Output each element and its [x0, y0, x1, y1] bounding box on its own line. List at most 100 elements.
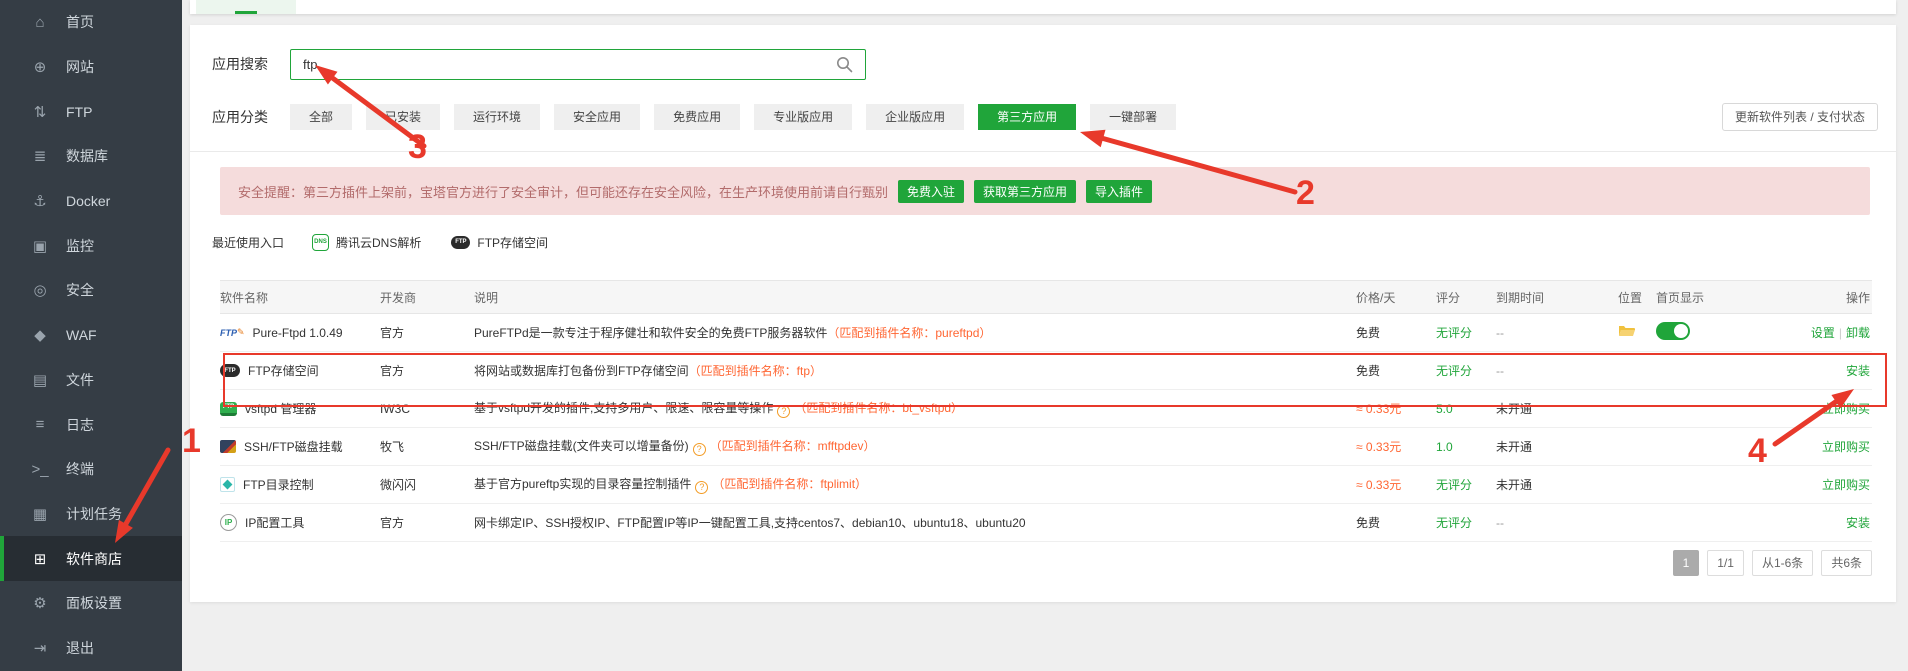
developer-cell: 微闪闪 — [380, 476, 474, 493]
active-tab-underline — [235, 11, 257, 14]
search-icon[interactable] — [836, 56, 853, 73]
sidebar-item-label: 监控 — [66, 236, 94, 256]
sidebar-item-website[interactable]: ⊕网站 — [0, 45, 182, 90]
search-input[interactable] — [290, 49, 866, 80]
home-display-cell — [1656, 322, 1776, 343]
sidebar-item-label: 计划任务 — [66, 504, 122, 524]
action-cell: 立即购买 — [1776, 476, 1872, 493]
sidebar-item-label: 首页 — [66, 12, 94, 32]
category-all[interactable]: 全部 — [290, 104, 352, 130]
matched-plugin-text: （匹配到插件名称：pureftpd） — [827, 326, 991, 340]
category-pro-apps[interactable]: 专业版应用 — [754, 104, 852, 130]
sidebar-item-cron[interactable]: ▦ 计划任务 — [0, 492, 182, 537]
update-software-list-button[interactable]: 更新软件列表 / 支付状态 — [1722, 103, 1878, 131]
sidebar-item-terminal[interactable]: >_ 终端 — [0, 447, 182, 492]
category-third-party-apps[interactable]: 第三方应用 — [978, 104, 1076, 130]
calendar-icon: ▦ — [30, 505, 50, 523]
sidebar-item-logs[interactable]: ≡日志 — [0, 402, 182, 447]
expire-cell: -- — [1496, 516, 1618, 530]
app-name: FTP目录控制 — [243, 476, 314, 493]
sidebar-item-waf[interactable]: ◆WAF — [0, 313, 182, 358]
app-name-cell: FTP FTP存储空间 — [220, 362, 380, 379]
import-plugin-button[interactable]: 导入插件 — [1086, 180, 1152, 203]
buy-now-link[interactable]: 立即购买 — [1822, 478, 1870, 492]
category-one-click-deploy[interactable]: 一键部署 — [1090, 104, 1176, 130]
sidebar-item-label: 数据库 — [66, 146, 108, 166]
section-divider — [190, 151, 1896, 152]
recent-item-ftp-storage[interactable]: FTP FTP存储空间 — [451, 234, 548, 251]
score-cell[interactable]: 无评分 — [1436, 324, 1496, 341]
expire-cell: -- — [1496, 364, 1618, 378]
dir-control-app-icon — [220, 477, 235, 492]
page-indicator[interactable]: 1/1 — [1707, 550, 1744, 576]
table-header-row: 软件名称 开发商 说明 价格/天 评分 到期时间 位置 首页显示 操作 — [220, 280, 1872, 314]
buy-now-link[interactable]: 立即购买 — [1822, 402, 1870, 416]
score-cell[interactable]: 无评分 — [1436, 476, 1496, 493]
sidebar-item-monitor[interactable]: ▣监控 — [0, 223, 182, 268]
pureftpd-app-icon: FTP✎ — [220, 327, 245, 338]
matched-plugin-text: （匹配到插件名称：mfftpdev） — [710, 439, 876, 453]
ftp-cloud-icon: FTP — [451, 236, 470, 249]
shield-check-icon: ◎ — [30, 281, 50, 299]
price-cell: 免费 — [1356, 324, 1436, 341]
recent-item-tencent-dns[interactable]: DNS 腾讯云DNS解析 — [312, 234, 421, 251]
open-folder-icon[interactable] — [1618, 324, 1636, 338]
install-link[interactable]: 安装 — [1846, 364, 1870, 378]
table-row: SSH/FTP磁盘挂载 牧飞 SSH/FTP磁盘挂载(文件夹可以增量备份)?（匹… — [220, 428, 1872, 466]
col-header-score: 评分 — [1436, 289, 1496, 306]
sidebar-item-label: 终端 — [66, 459, 94, 479]
app-name-cell: FTP✎ Pure-Ftpd 1.0.49 — [220, 326, 380, 340]
recent-entries-row: 最近使用入口 DNS 腾讯云DNS解析 FTP FTP存储空间 — [212, 231, 578, 253]
category-runtime[interactable]: 运行环境 — [454, 104, 540, 130]
sidebar-item-label: WAF — [66, 327, 97, 343]
active-tab-sliver[interactable] — [196, 0, 296, 14]
sidebar-item-app-store[interactable]: ⊞软件商店 — [0, 536, 182, 581]
baota-software-store-screen: ⌂首页 ⊕网站 ⇅FTP ≣数据库 ⚓Docker ▣监控 ◎安全 ◆WAF ▤… — [0, 0, 1908, 671]
page-1-button[interactable]: 1 — [1673, 550, 1700, 576]
uninstall-link[interactable]: 卸载 — [1846, 326, 1870, 340]
sidebar-item-logout[interactable]: ⇥退出 — [0, 626, 182, 671]
globe-icon: ⊕ — [30, 58, 50, 76]
action-separator: | — [1839, 326, 1842, 340]
score-cell[interactable]: 无评分 — [1436, 514, 1496, 531]
sidebar-item-security[interactable]: ◎安全 — [0, 268, 182, 313]
category-enterprise-apps[interactable]: 企业版应用 — [866, 104, 964, 130]
col-header-price: 价格/天 — [1356, 289, 1436, 306]
help-question-icon[interactable]: ? — [693, 443, 706, 456]
sidebar-item-files[interactable]: ▤文件 — [0, 358, 182, 403]
sidebar-item-database[interactable]: ≣数据库 — [0, 134, 182, 179]
sidebar-item-panel-settings[interactable]: ⚙面板设置 — [0, 581, 182, 626]
category-free-apps[interactable]: 免费应用 — [654, 104, 740, 130]
matched-plugin-text: （匹配到插件名称：ftplimit） — [712, 477, 867, 491]
description-cell: 基于官方pureftp实现的目录容量控制插件?（匹配到插件名称：ftplimit… — [474, 475, 1356, 494]
category-installed[interactable]: 已安装 — [366, 104, 440, 130]
buy-now-link[interactable]: 立即购买 — [1822, 440, 1870, 454]
category-security-apps[interactable]: 安全应用 — [554, 104, 640, 130]
action-cell: 安装 — [1776, 362, 1872, 379]
score-cell[interactable]: 1.0 — [1436, 440, 1496, 454]
terminal-icon: >_ — [30, 461, 50, 478]
ftp-icon: ⇅ — [30, 103, 50, 121]
sidebar-item-label: 退出 — [66, 638, 94, 658]
home-display-toggle-on[interactable] — [1656, 322, 1690, 340]
score-cell[interactable]: 无评分 — [1436, 362, 1496, 379]
log-icon: ≡ — [30, 416, 50, 433]
action-cell: 立即购买 — [1776, 400, 1872, 417]
free-join-button[interactable]: 免费入驻 — [898, 180, 964, 203]
install-link[interactable]: 安装 — [1846, 516, 1870, 530]
score-cell[interactable]: 5.0 — [1436, 402, 1496, 416]
sidebar-item-docker[interactable]: ⚓Docker — [0, 179, 182, 224]
category-label: 应用分类 — [212, 104, 268, 130]
help-question-icon[interactable]: ? — [777, 405, 790, 418]
help-question-icon[interactable]: ? — [695, 481, 708, 494]
settings-link[interactable]: 设置 — [1811, 326, 1835, 340]
folder-icon: ▤ — [30, 371, 50, 389]
sidebar-item-home[interactable]: ⌂首页 — [0, 0, 182, 45]
get-third-party-apps-button[interactable]: 获取第三方应用 — [974, 180, 1076, 203]
description-cell: 网卡绑定IP、SSH授权IP、FTP配置IP等IP一键配置工具,支持centos… — [474, 514, 1356, 531]
pagination: 1 1/1 从1-6条 共6条 — [1673, 550, 1872, 576]
price-cell: 免费 — [1356, 362, 1436, 379]
search-label: 应用搜索 — [212, 49, 268, 80]
top-tabbar-sliver — [190, 0, 1896, 14]
sidebar-item-ftp[interactable]: ⇅FTP — [0, 89, 182, 134]
